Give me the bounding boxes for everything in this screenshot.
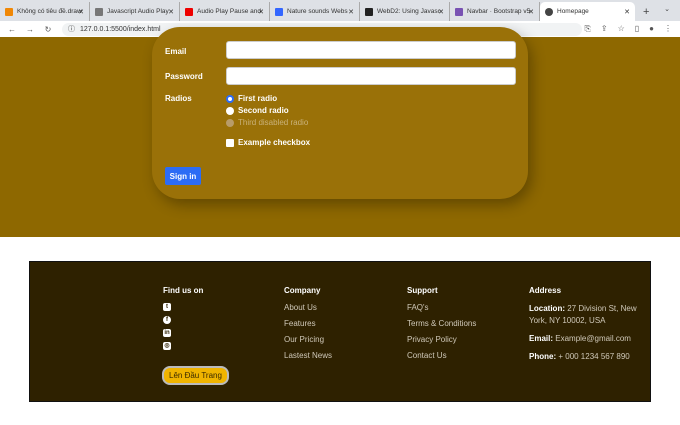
browser-tab-active[interactable]: Homepage ✕ [540, 2, 635, 21]
radio-label: Third disabled radio [238, 118, 309, 127]
tab-title: Nature sounds Webs [287, 8, 348, 15]
browser-tab[interactable]: Không có tiêu đề.draw ✕ [0, 2, 90, 21]
radio-third-disabled: Third disabled radio [226, 118, 308, 127]
radio-label: First radio [238, 94, 278, 103]
radio-label: Second radio [238, 106, 289, 115]
favicon-icon [365, 7, 373, 16]
instagram-icon[interactable]: ◎ [163, 342, 171, 350]
footer-link[interactable]: Terms & Conditions [407, 319, 476, 328]
info-icon[interactable]: ⓘ [68, 24, 75, 34]
email-value: Example@gmail.com [555, 334, 631, 343]
social-column: Find us on t f in ◎ [163, 286, 203, 355]
support-column: Support FAQ's Terms & Conditions Privacy… [407, 286, 476, 367]
footer-link[interactable]: Lastest News [284, 351, 332, 360]
radio-unchecked[interactable] [226, 106, 234, 115]
address-location: Location: 27 Division St, New York, NY 1… [529, 303, 639, 327]
support-heading: Support [407, 286, 438, 295]
find-us-heading: Find us on [163, 286, 204, 295]
facebook-icon[interactable]: f [163, 316, 171, 324]
url-text: 127.0.0.1:5500/index.html [80, 25, 161, 33]
radio-second[interactable]: Second radio [226, 106, 289, 115]
star-icon[interactable]: ☆ [618, 24, 625, 34]
profile-icon[interactable]: ● [649, 24, 654, 34]
email-label: Email [165, 47, 187, 56]
example-checkbox[interactable]: Example checkbox [226, 138, 310, 147]
close-icon[interactable]: ✕ [624, 8, 630, 16]
tab-title: WebD2: Using Javasc [377, 8, 441, 15]
twitter-icon[interactable]: t [163, 303, 171, 311]
footer-link[interactable]: Features [284, 319, 332, 328]
favicon-icon [185, 7, 193, 16]
checkbox[interactable] [226, 138, 234, 147]
radio-first[interactable]: First radio [226, 94, 277, 103]
radios-label: Radios [165, 94, 192, 103]
back-icon[interactable]: ← [6, 25, 18, 34]
menu-icon[interactable]: ⋮ [664, 24, 672, 34]
password-label: Password [165, 72, 203, 81]
share-icon[interactable]: ⇪ [601, 24, 608, 34]
radio-checked[interactable] [226, 94, 234, 103]
phone-label: Phone: [529, 352, 557, 361]
sidebar-icon[interactable]: ▯ [635, 24, 639, 34]
footer-link[interactable]: Privacy Policy [407, 335, 476, 344]
password-field[interactable] [226, 67, 516, 85]
favicon-icon [5, 7, 13, 16]
tab-title: Javascript Audio Play [107, 8, 169, 15]
location-label: Location: [529, 304, 565, 313]
address-email: Email: Example@gmail.com [529, 333, 639, 345]
phone-value: + 000 1234 567 890 [558, 352, 630, 361]
address-heading: Address [529, 286, 562, 295]
browser-tab[interactable]: Navbar · Bootstrap v5 ✕ [450, 2, 540, 21]
footer-link[interactable]: Our Pricing [284, 335, 332, 344]
footer-link[interactable]: Contact Us [407, 351, 476, 360]
email-label: Email: [529, 334, 554, 343]
globe-icon [545, 7, 553, 16]
tab-title: Không có tiêu đề.draw [17, 8, 82, 15]
close-icon[interactable]: ✕ [348, 8, 354, 16]
translate-icon[interactable]: ⎘ [584, 24, 590, 34]
favicon-icon [95, 7, 103, 16]
close-icon[interactable]: ✕ [528, 8, 534, 16]
back-to-top-button[interactable]: Lên Đầu Trang [162, 366, 229, 385]
email-field[interactable] [226, 41, 516, 59]
sign-in-button[interactable]: Sign in [165, 167, 201, 185]
tab-title: Navbar · Bootstrap v5 [467, 8, 531, 15]
reload-icon[interactable]: ↻ [42, 25, 54, 34]
footer-link[interactable]: FAQ's [407, 303, 476, 312]
address-column: Address Location: 27 Division St, New Yo… [529, 286, 639, 369]
checkbox-label: Example checkbox [238, 138, 311, 147]
footer: Find us on t f in ◎ Lên Đầu Trang Compan… [29, 261, 651, 402]
browser-tab[interactable]: Audio Play Pause and ✕ [180, 2, 270, 21]
browser-tab[interactable]: Nature sounds Webs ✕ [270, 2, 360, 21]
favicon-icon [275, 7, 283, 16]
browser-tab[interactable]: WebD2: Using Javasc ✕ [360, 2, 450, 21]
linkedin-icon[interactable]: in [163, 329, 171, 337]
chevron-down-icon[interactable]: ⌄ [664, 5, 670, 13]
browser-tab[interactable]: Javascript Audio Play ✕ [90, 2, 180, 21]
radio-disabled [226, 118, 234, 127]
footer-link[interactable]: About Us [284, 303, 332, 312]
address-phone: Phone: + 000 1234 567 890 [529, 351, 639, 363]
favicon-icon [455, 7, 463, 16]
company-heading: Company [284, 286, 321, 295]
signin-form: Email Password Radios First radio Second… [152, 27, 528, 199]
forward-icon[interactable]: → [24, 25, 36, 34]
close-icon[interactable]: ✕ [168, 8, 174, 16]
hero-section: Email Password Radios First radio Second… [0, 27, 680, 237]
tab-title: Homepage [557, 8, 589, 15]
tab-title: Audio Play Pause and [197, 8, 261, 15]
close-icon[interactable]: ✕ [258, 8, 264, 16]
company-column: Company About Us Features Our Pricing La… [284, 286, 332, 367]
close-icon[interactable]: ✕ [438, 8, 444, 16]
new-tab-button[interactable]: + [643, 6, 649, 18]
close-icon[interactable]: ✕ [78, 8, 84, 16]
tab-bar: Không có tiêu đề.draw ✕ Javascript Audio … [0, 0, 680, 21]
